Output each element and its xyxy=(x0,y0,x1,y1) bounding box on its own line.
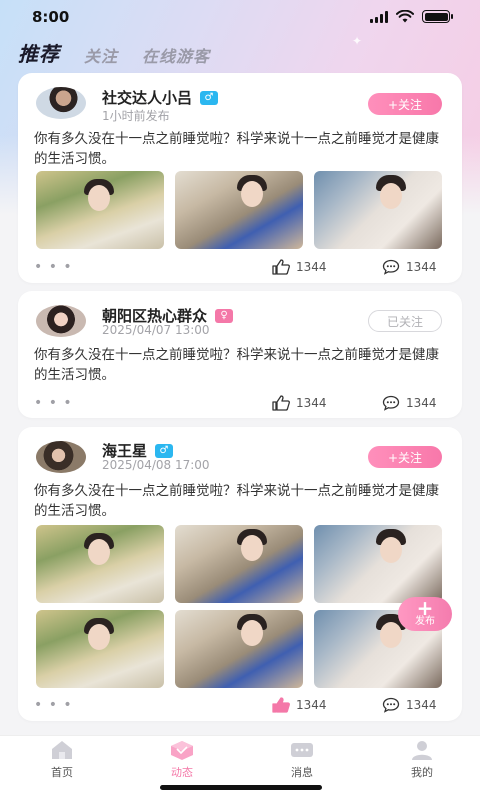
tab-home[interactable]: 首页 xyxy=(22,740,102,780)
plus-icon: + xyxy=(416,596,434,620)
avatar[interactable] xyxy=(36,305,86,337)
comment-count: 1344 xyxy=(406,396,437,410)
post-photo[interactable] xyxy=(36,525,164,603)
like-button[interactable]: 1344 xyxy=(272,395,327,411)
post-photo[interactable] xyxy=(36,171,164,249)
thumbs-up-icon xyxy=(272,395,290,411)
post-actions: • • • 1344 1344 xyxy=(34,697,446,713)
male-symbol-icon: ♂ xyxy=(155,443,174,458)
follow-button[interactable]: +关注 xyxy=(368,93,442,115)
tab-label: 动态 xyxy=(171,766,193,779)
female-symbol-icon: ♀ xyxy=(215,308,234,323)
post-card: 海王星 ♂ 2025/04/08 17:00 +关注 你有多久没在十一点之前睡觉… xyxy=(18,427,462,721)
tab-following[interactable]: 关注 xyxy=(84,43,118,67)
status-icons xyxy=(370,10,453,23)
thumbs-up-filled-icon xyxy=(272,697,290,713)
bottom-tab-bar: 首页 动态 消息 我的 xyxy=(0,735,480,800)
comment-bubble-icon xyxy=(382,697,400,713)
tab-label: 我的 xyxy=(411,766,433,779)
post-actions: • • • 1344 1344 xyxy=(34,395,446,411)
like-count: 1344 xyxy=(296,698,327,712)
post-card: 朝阳区热心群众 ♀ 2025/04/07 13:00 已关注 你有多久没在十一点… xyxy=(18,291,462,418)
tab-feed[interactable]: 动态 xyxy=(142,740,222,780)
tab-online-visitors[interactable]: 在线游客 xyxy=(142,43,210,67)
male-symbol-icon: ♂ xyxy=(200,90,219,105)
like-count: 1344 xyxy=(296,396,327,410)
post-photo[interactable] xyxy=(175,610,303,688)
post-content: 你有多久没在十一点之前睡觉啦？科学来说十一点之前睡觉才是健康的生活习惯。 xyxy=(34,347,439,383)
home-icon xyxy=(52,741,72,759)
post-actions: • • • 1344 1344 xyxy=(34,259,446,275)
publish-button[interactable]: + 发布 xyxy=(398,597,452,631)
profile-icon xyxy=(412,741,432,760)
post-content: 你有多久没在十一点之前睡觉啦？科学来说十一点之前睡觉才是健康的生活习惯。 xyxy=(34,131,439,167)
comment-bubble-icon xyxy=(382,259,400,275)
post-author: 社交达人小吕 ♂ xyxy=(102,87,219,108)
followed-button[interactable]: 已关注 xyxy=(368,310,442,332)
tab-recommend[interactable]: 推荐 xyxy=(18,38,60,67)
avatar[interactable] xyxy=(36,87,86,119)
home-indicator xyxy=(160,785,322,790)
username[interactable]: 社交达人小吕 xyxy=(102,87,192,108)
sparkle-decoration-icon: ✦ xyxy=(352,34,363,48)
post-photo[interactable] xyxy=(175,525,303,603)
message-icon xyxy=(291,743,313,757)
post-time: 1小时前发布 xyxy=(102,109,170,123)
wifi-icon xyxy=(396,10,414,23)
thumbs-up-icon xyxy=(272,259,290,275)
like-button[interactable]: 1344 xyxy=(272,259,327,275)
post-time: 2025/04/08 17:00 xyxy=(102,458,210,472)
publish-label: 发布 xyxy=(415,616,435,627)
post-photo[interactable] xyxy=(36,610,164,688)
status-bar: 8:00 xyxy=(0,0,480,34)
avatar[interactable] xyxy=(36,441,86,473)
tab-profile[interactable]: 我的 xyxy=(382,740,462,780)
cellular-signal-icon xyxy=(370,10,388,23)
top-tabs: 推荐 关注 在线游客 xyxy=(18,38,210,67)
comment-button[interactable]: 1344 xyxy=(382,697,437,713)
like-button[interactable]: 1344 xyxy=(272,697,327,713)
post-content: 你有多久没在十一点之前睡觉啦？科学来说十一点之前睡觉才是健康的生活习惯。 xyxy=(34,483,439,519)
like-count: 1344 xyxy=(296,260,327,274)
post-time: 2025/04/07 13:00 xyxy=(102,323,210,337)
post-card: 社交达人小吕 ♂ 1小时前发布 +关注 你有多久没在十一点之前睡觉啦？科学来说十… xyxy=(18,73,462,283)
comment-count: 1344 xyxy=(406,260,437,274)
more-options-icon[interactable]: • • • xyxy=(34,698,73,712)
post-photo[interactable] xyxy=(314,525,442,603)
comment-bubble-icon xyxy=(382,395,400,411)
comment-count: 1344 xyxy=(406,698,437,712)
comment-button[interactable]: 1344 xyxy=(382,395,437,411)
follow-button[interactable]: +关注 xyxy=(368,446,442,468)
post-photo[interactable] xyxy=(175,171,303,249)
battery-icon xyxy=(422,10,453,23)
more-options-icon[interactable]: • • • xyxy=(34,260,73,274)
feed-cube-icon xyxy=(171,741,193,760)
more-options-icon[interactable]: • • • xyxy=(34,396,73,410)
tab-label: 消息 xyxy=(291,766,313,779)
tab-messages[interactable]: 消息 xyxy=(262,740,342,780)
tab-label: 首页 xyxy=(51,766,73,779)
post-photo[interactable] xyxy=(314,171,442,249)
status-time: 8:00 xyxy=(32,8,70,26)
comment-button[interactable]: 1344 xyxy=(382,259,437,275)
